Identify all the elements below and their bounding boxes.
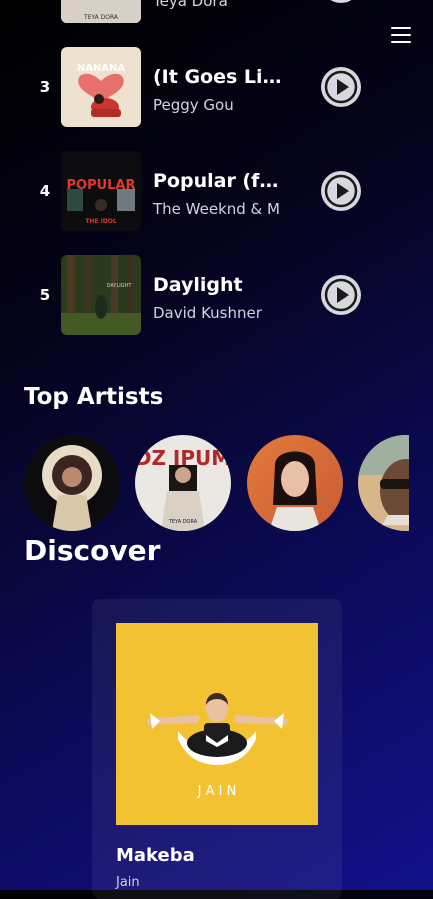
play-button[interactable] (321, 171, 361, 211)
play-button[interactable] (321, 67, 361, 107)
cover-text: DAYLIGHT (107, 283, 133, 289)
track-cover: DAYLIGHT (61, 255, 141, 335)
menu-line (391, 41, 411, 43)
play-icon (321, 0, 361, 3)
track-row[interactable]: 5 DAYLIGHT Daylight David Kushner (0, 255, 433, 335)
top-artists-carousel[interactable]: DZ IPUM TEYA DORA (24, 435, 409, 533)
track-artist[interactable]: Teya Dora (153, 0, 293, 11)
track-rank: 4 (39, 182, 51, 200)
artist-avatar[interactable] (24, 435, 120, 531)
play-icon (324, 278, 358, 312)
menu-line (391, 34, 411, 36)
artist-avatar[interactable] (247, 435, 343, 531)
track-title[interactable]: Daylight (153, 273, 283, 297)
discover-heading: Discover (24, 534, 161, 567)
track-rank: 5 (39, 286, 51, 304)
track-artist[interactable]: Peggy Gou (153, 95, 293, 115)
artist-avatar[interactable] (358, 435, 409, 531)
track-cover: TEYA DORA (61, 0, 141, 23)
menu-line (391, 27, 411, 29)
play-button[interactable] (321, 275, 361, 315)
track-cover: NANANA (61, 47, 141, 127)
cover-text: POPULAR (66, 178, 135, 193)
play-icon (324, 70, 358, 104)
track-rank: 3 (39, 78, 51, 96)
svg-text:TEYA DORA: TEYA DORA (168, 519, 198, 525)
discover-card[interactable]: J A I N Makeba Jain (92, 599, 342, 899)
cover-subtext: THE IDOL (85, 218, 117, 225)
cover-text: J A I N (197, 784, 237, 799)
discover-song-title[interactable]: Makeba (116, 844, 195, 868)
track-artist[interactable]: David Kushner (153, 303, 293, 323)
track-title[interactable]: Popular (feat. Playboi Carti) (153, 169, 283, 193)
discover-artist-name[interactable]: Jain (116, 874, 140, 892)
artist-avatar[interactable]: DZ IPUM TEYA DORA (135, 435, 231, 531)
discover-cover-art[interactable]: J A I N (116, 623, 318, 825)
play-icon (324, 174, 358, 208)
cover-text: TEYA DORA (83, 14, 119, 21)
top-artists-heading: Top Artists (24, 384, 164, 410)
track-row[interactable]: 4 POPULAR THE IDOL Popular (feat. Playbo… (0, 151, 433, 231)
track-row[interactable]: 3 NANANA (It Goes Like Nanana) Peggy Gou (0, 47, 433, 127)
track-row[interactable]: TEYA DORA Teya Dora (0, 0, 433, 23)
track-cover: POPULAR THE IDOL (61, 151, 141, 231)
track-title[interactable]: (It Goes Like Nanana) (153, 65, 283, 89)
play-button[interactable] (321, 0, 361, 3)
cover-text: NANANA (77, 63, 126, 74)
track-artist[interactable]: The Weeknd & M (153, 199, 293, 219)
hamburger-menu-icon[interactable] (391, 26, 411, 44)
